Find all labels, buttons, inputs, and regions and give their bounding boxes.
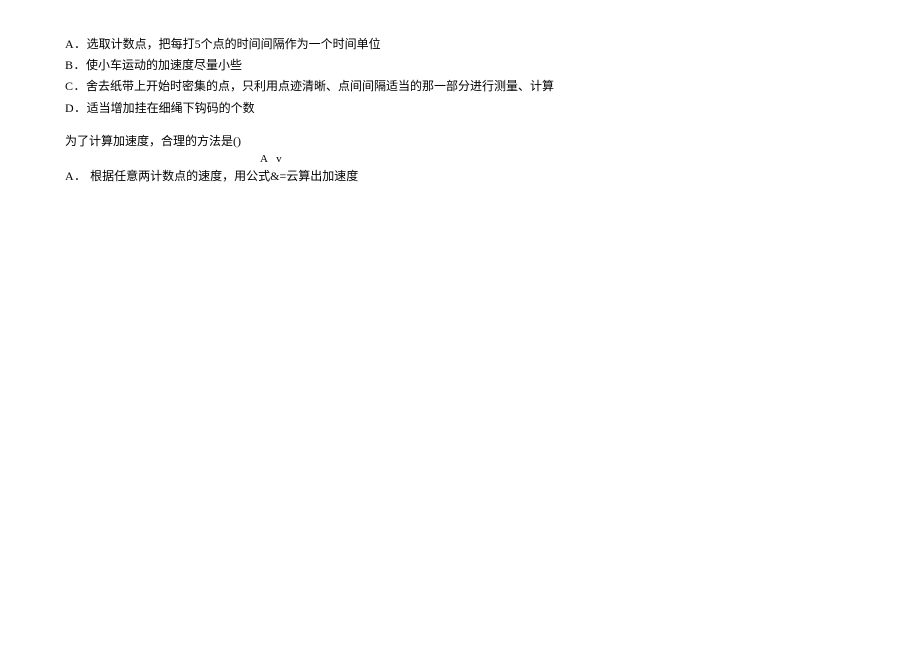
option-a-text: 选取计数点，把每打5个点的时间间隔作为一个时间单位 [87,37,381,51]
option2-a-text: 根据任意两计数点的速度，用公式&=云算出加速度 [90,169,358,183]
option-b: B．使小车运动的加速度尽量小些 [65,56,855,75]
option-c-label: C． [65,79,86,93]
option2-a: A． 根据任意两计数点的速度，用公式&=云算出加速度 [65,167,855,186]
option-b-text: 使小车运动的加速度尽量小些 [86,58,242,72]
option-c: C．舍去纸带上开始时密集的点，只利用点迹清晰、点间间隔适当的那一部分进行测量、计… [65,77,855,96]
option-d-label: D． [65,101,87,115]
option2-a-label: A． [65,169,90,183]
option-a: A．选取计数点，把每打5个点的时间间隔作为一个时间单位 [65,35,855,54]
option-d-text: 适当增加挂在细绳下钩码的个数 [87,101,255,115]
question-text: 为了计算加速度，合理的方法是() [65,132,855,151]
option-b-label: B． [65,58,86,72]
option-c-text: 舍去纸带上开始时密集的点，只利用点迹清晰、点间间隔适当的那一部分进行测量、计算 [86,79,554,93]
option-d: D．适当增加挂在细绳下钩码的个数 [65,99,855,118]
option-a-label: A． [65,37,87,51]
